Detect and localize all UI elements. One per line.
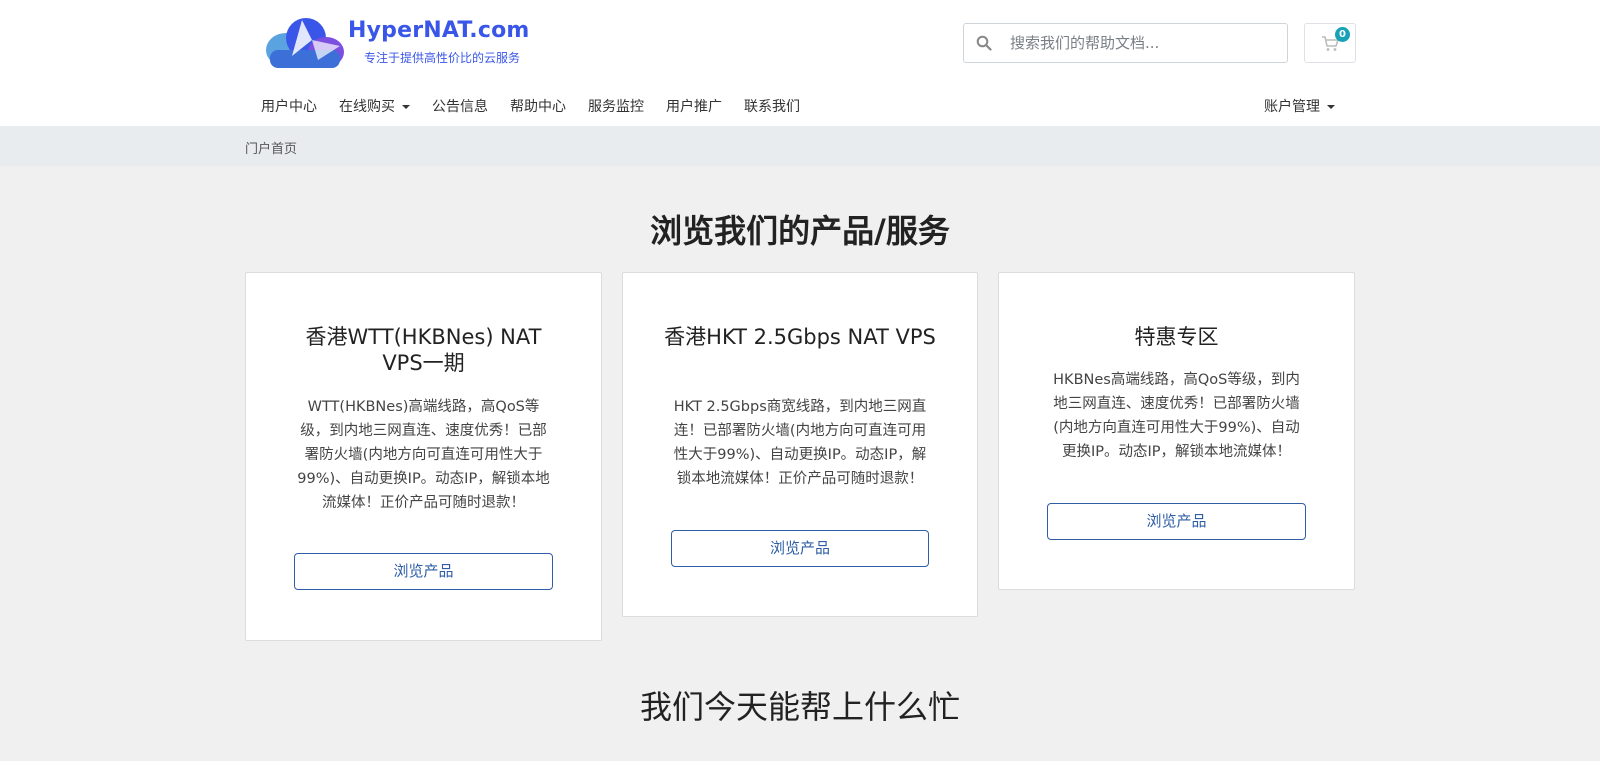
- browse-products-button[interactable]: 浏览产品: [294, 553, 553, 590]
- search-input[interactable]: [1010, 24, 1280, 62]
- nav-item-affiliate[interactable]: 用户推广: [666, 94, 722, 120]
- browse-products-button[interactable]: 浏览产品: [671, 530, 929, 567]
- nav-item-help-center[interactable]: 帮助中心: [510, 94, 566, 120]
- product-card: 香港WTT(HKBNes) NAT VPS一期 WTT(HKBNes)高端线路，…: [245, 272, 602, 641]
- cart-count-badge: 0: [1335, 27, 1350, 42]
- caret-down-icon: [1327, 105, 1335, 109]
- card-description: HKT 2.5Gbps商宽线路，到内地三网直连！已部署防火墙(内地方向可直连可用…: [673, 399, 927, 487]
- breadcrumb[interactable]: 门户首页: [245, 138, 297, 157]
- logo-title: HyperNAT.com: [348, 18, 530, 43]
- nav-item-label: 在线购买: [339, 99, 395, 115]
- site-header: HyperNAT.com 专注于提供高性价比的云服务 0 用户中心 在线购买 公…: [0, 0, 1600, 126]
- cart-button[interactable]: 0: [1304, 23, 1356, 63]
- products-section-title: 浏览我们的产品/服务: [650, 212, 950, 250]
- site-logo[interactable]: HyperNAT.com 专注于提供高性价比的云服务: [262, 14, 532, 70]
- logo-subtitle: 专注于提供高性价比的云服务: [364, 51, 521, 65]
- account-menu[interactable]: 账户管理: [1264, 94, 1335, 120]
- nav-item-announcements[interactable]: 公告信息: [432, 94, 488, 120]
- card-description: HKBNes高端线路，高QoS等级，到内地三网直连、速度优秀！已部署防火墙(内地…: [1053, 372, 1300, 460]
- product-card: 香港HKT 2.5Gbps NAT VPS HKT 2.5Gbps商宽线路，到内…: [622, 272, 978, 617]
- search-box: [963, 23, 1288, 63]
- product-card: 特惠专区 HKBNes高端线路，高QoS等级，到内地三网直连、速度优秀！已部署防…: [998, 272, 1355, 590]
- nav-item-user-center[interactable]: 用户中心: [261, 94, 317, 120]
- browse-products-button[interactable]: 浏览产品: [1047, 503, 1306, 540]
- breadcrumb-bar: 门户首页: [0, 126, 1600, 166]
- main-nav: 用户中心 在线购买 公告信息 帮助中心 服务监控 用户推广 联系我们: [261, 94, 822, 120]
- card-title: 香港WTT(HKBNes) NAT VPS一期: [305, 325, 542, 375]
- search-icon: [976, 35, 992, 51]
- card-title: 特惠专区: [1134, 325, 1219, 349]
- card-title: 香港HKT 2.5Gbps NAT VPS: [664, 325, 936, 349]
- help-section-title: 我们今天能帮上什么忙: [639, 688, 960, 726]
- cloud-logo-icon: [266, 18, 344, 68]
- card-description: WTT(HKBNes)高端线路，高QoS等级，到内地三网直连、速度优秀！已部署防…: [297, 399, 550, 511]
- nav-item-buy-online[interactable]: 在线购买: [339, 94, 410, 120]
- nav-item-contact-us[interactable]: 联系我们: [744, 94, 800, 120]
- account-menu-label: 账户管理: [1264, 99, 1320, 115]
- nav-item-service-monitor[interactable]: 服务监控: [588, 94, 644, 120]
- caret-down-icon: [402, 105, 410, 109]
